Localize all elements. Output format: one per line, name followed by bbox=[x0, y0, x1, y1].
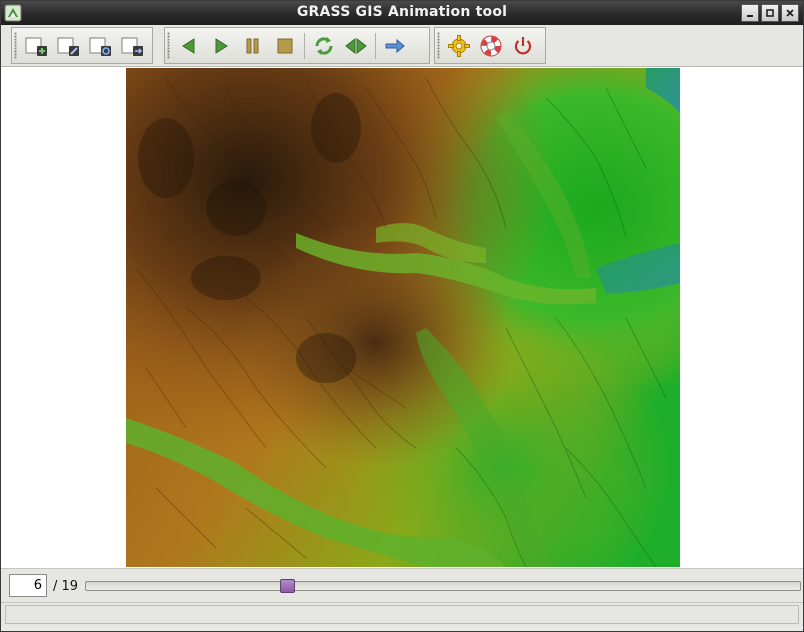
export-animation-icon bbox=[121, 37, 143, 56]
title-bar[interactable]: GRASS GIS Animation tool bbox=[1, 1, 803, 25]
animation-canvas bbox=[1, 67, 803, 568]
settings-icon bbox=[448, 34, 470, 57]
bounce-button[interactable] bbox=[340, 30, 372, 62]
play-forward-icon bbox=[215, 37, 228, 54]
toolbar-grip[interactable] bbox=[14, 32, 17, 59]
status-field bbox=[5, 605, 799, 624]
quit-button[interactable] bbox=[507, 30, 539, 62]
settings-button[interactable] bbox=[443, 30, 475, 62]
bounce-icon bbox=[345, 37, 367, 54]
frame-slider-handle[interactable] bbox=[280, 579, 295, 593]
pause-icon bbox=[246, 38, 259, 53]
stop-icon bbox=[277, 38, 293, 53]
quit-icon bbox=[514, 36, 532, 54]
reload-animation-button[interactable] bbox=[84, 30, 116, 62]
minimize-icon bbox=[747, 15, 753, 17]
help-icon bbox=[480, 35, 502, 56]
add-animation-icon bbox=[25, 37, 47, 56]
repeat-button[interactable] bbox=[308, 30, 340, 62]
repeat-icon bbox=[315, 36, 333, 55]
ordering-icon bbox=[385, 38, 405, 53]
edit-animation-button[interactable] bbox=[52, 30, 84, 62]
frame-total-label: / 19 bbox=[53, 579, 79, 594]
export-animation-button[interactable] bbox=[116, 30, 148, 62]
frame-control-bar: / 19 bbox=[1, 568, 803, 602]
toolbar-animation-management bbox=[11, 27, 153, 64]
ordering-button[interactable] bbox=[379, 30, 411, 62]
window-title: GRASS GIS Animation tool bbox=[296, 4, 508, 20]
close-button[interactable] bbox=[781, 4, 799, 22]
play-back-button[interactable] bbox=[173, 30, 205, 62]
stop-button[interactable] bbox=[269, 30, 301, 62]
maximize-icon bbox=[766, 9, 774, 17]
pause-button[interactable] bbox=[237, 30, 269, 62]
toolbar-misc bbox=[434, 27, 546, 64]
close-icon bbox=[786, 9, 794, 17]
toolbar-area bbox=[1, 25, 803, 67]
edit-animation-icon bbox=[57, 37, 79, 56]
minimize-button[interactable] bbox=[741, 4, 759, 22]
animation-tool-window: GRASS GIS Animation tool 6 / 19 bbox=[0, 0, 804, 632]
toolbar-separator bbox=[375, 32, 376, 59]
toolbar-grip[interactable] bbox=[167, 32, 170, 59]
toolbar-grip[interactable] bbox=[437, 32, 440, 59]
play-back-icon bbox=[182, 37, 195, 54]
help-button[interactable] bbox=[475, 30, 507, 62]
toolbar-playback bbox=[164, 27, 430, 64]
maximize-button[interactable] bbox=[761, 4, 779, 22]
elevation-map-frame bbox=[126, 68, 680, 567]
add-animation-button[interactable] bbox=[20, 30, 52, 62]
toolbar-separator bbox=[304, 32, 305, 59]
reload-animation-icon bbox=[89, 37, 111, 56]
status-bar bbox=[1, 602, 803, 626]
play-forward-button[interactable] bbox=[205, 30, 237, 62]
frame-number-input[interactable] bbox=[9, 574, 47, 597]
frame-slider[interactable] bbox=[85, 579, 801, 593]
